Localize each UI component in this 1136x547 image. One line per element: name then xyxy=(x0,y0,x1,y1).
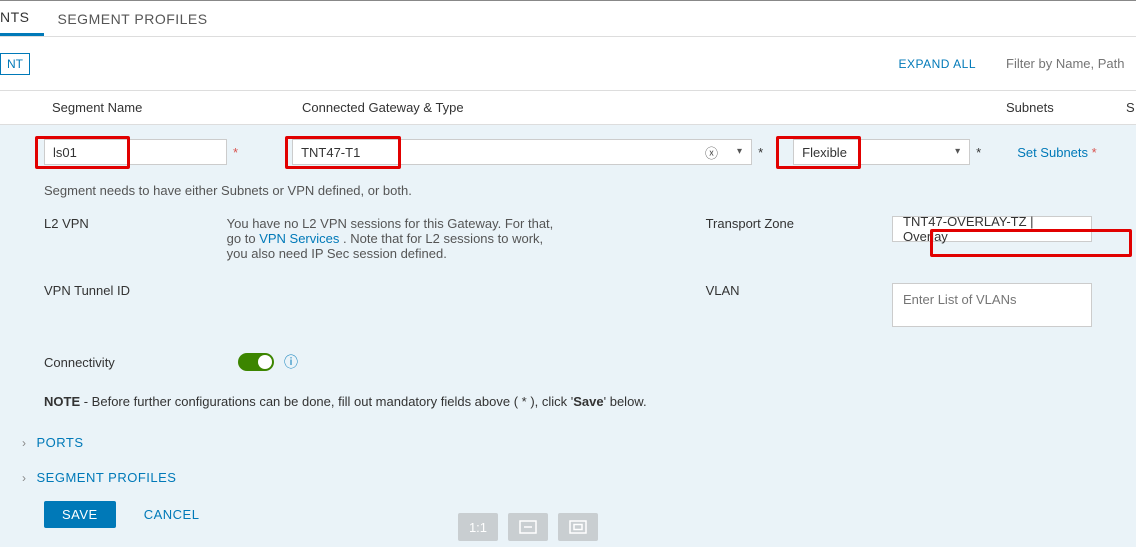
chevron-down-icon[interactable]: ▾ xyxy=(737,146,742,157)
vlan-label: VLAN xyxy=(706,283,892,298)
expand-all-link[interactable]: EXPAND ALL xyxy=(899,57,976,71)
set-subnets-link[interactable]: Set Subnets * xyxy=(1017,145,1097,160)
add-segment-button[interactable]: NT xyxy=(0,53,30,75)
required-marker: * xyxy=(758,145,763,160)
connectivity-label: Connectivity xyxy=(44,355,238,370)
col-segment-name: Segment Name xyxy=(44,100,294,115)
note-text: NOTE - Before further configurations can… xyxy=(44,394,1092,409)
connectivity-toggle[interactable] xyxy=(238,353,274,371)
segment-profiles-section[interactable]: › SEGMENT PROFILES xyxy=(22,460,1092,495)
vpn-services-link[interactable]: VPN Services xyxy=(259,231,339,246)
helper-text: Segment needs to have either Subnets or … xyxy=(44,179,1092,216)
col-subnets: Subnets xyxy=(998,100,1118,115)
tab-segments[interactable]: NTS xyxy=(0,1,44,36)
cancel-button[interactable]: CANCEL xyxy=(144,507,200,522)
view-toolbar: 1:1 xyxy=(458,513,598,541)
required-marker: * xyxy=(233,145,238,160)
segment-details: Segment needs to have either Subnets or … xyxy=(0,179,1136,547)
chevron-down-icon[interactable]: ▾ xyxy=(955,146,960,157)
transport-zone-label: Transport Zone xyxy=(706,216,892,231)
ports-section[interactable]: › PORTS xyxy=(22,425,1092,460)
required-marker: * xyxy=(976,145,981,160)
col-gateway: Connected Gateway & Type xyxy=(294,100,774,115)
segment-edit-row: * ⓧ ▾ * ▾ * Set Subnets * xyxy=(0,125,1136,179)
chevron-right-icon: › xyxy=(22,471,27,485)
transport-zone-select[interactable]: TNT47-OVERLAY-TZ | Overlay xyxy=(892,216,1092,242)
segment-name-input[interactable] xyxy=(44,139,227,165)
fit-width-icon[interactable] xyxy=(508,513,548,541)
save-button[interactable]: SAVE xyxy=(44,501,116,528)
clear-icon[interactable]: ⓧ xyxy=(705,143,718,162)
tab-bar: NTS SEGMENT PROFILES xyxy=(0,1,1136,37)
l2vpn-text: You have no L2 VPN sessions for this Gat… xyxy=(227,216,566,261)
table-header: Segment Name Connected Gateway & Type Su… xyxy=(0,91,1136,125)
chevron-right-icon: › xyxy=(22,436,27,450)
fit-screen-icon[interactable] xyxy=(558,513,598,541)
connected-gateway-input[interactable] xyxy=(292,139,752,165)
filter-input[interactable] xyxy=(1006,56,1126,72)
info-icon[interactable]: ⓘ xyxy=(284,352,298,372)
vpn-tunnel-id-label: VPN Tunnel ID xyxy=(44,283,227,298)
segment-type-select[interactable] xyxy=(793,139,970,165)
col-extra: S xyxy=(1118,100,1136,115)
action-bar: NT EXPAND ALL xyxy=(0,37,1136,91)
vlan-input[interactable] xyxy=(892,283,1092,327)
tab-segment-profiles[interactable]: SEGMENT PROFILES xyxy=(44,3,222,35)
l2vpn-label: L2 VPN xyxy=(44,216,227,231)
zoom-1to1-icon[interactable]: 1:1 xyxy=(458,513,498,541)
